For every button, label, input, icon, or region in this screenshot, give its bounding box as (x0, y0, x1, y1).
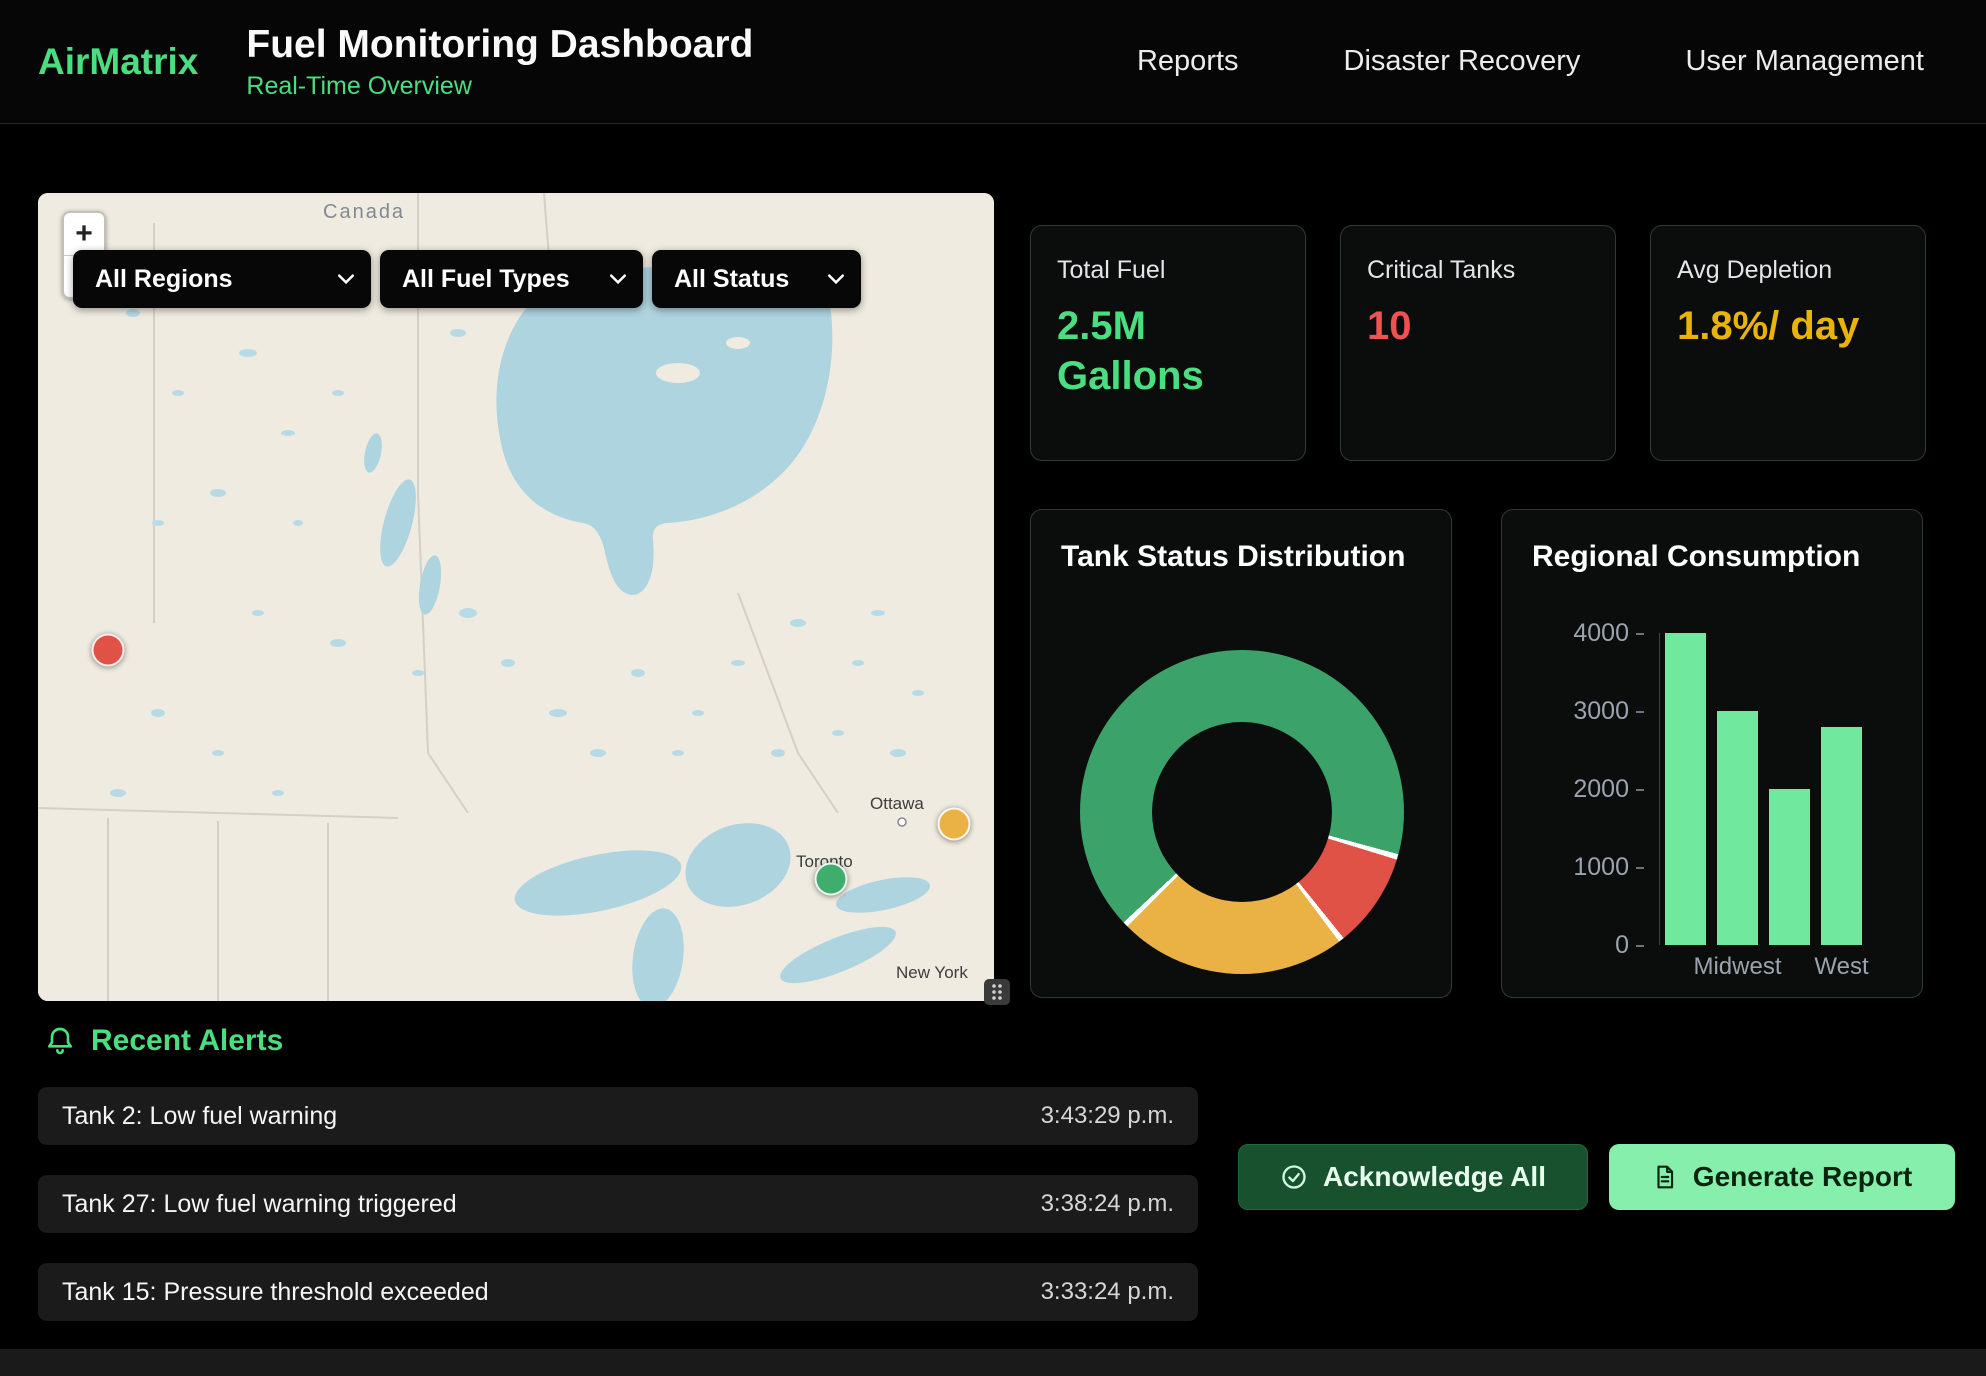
alert-row[interactable]: Tank 27: Low fuel warning triggered 3:38… (38, 1175, 1198, 1233)
logo[interactable]: AirMatrix (38, 41, 198, 83)
bar-x-label: West (1821, 953, 1862, 981)
tank-marker-warning[interactable] (938, 808, 971, 841)
fuel-map[interactable]: Canada Ottawa Toronto New York + − All R… (38, 193, 994, 1001)
title-block: Fuel Monitoring Dashboard Real-Time Over… (246, 23, 753, 101)
document-icon (1652, 1163, 1678, 1191)
bar (1821, 727, 1862, 945)
alert-time: 3:33:24 p.m. (1041, 1278, 1174, 1306)
bar-x-label (1769, 953, 1810, 981)
stat-card-avg-depletion: Avg Depletion 1.8%/ day (1650, 225, 1926, 461)
bar-yticks: 4000 3000 2000 1000 0 (1532, 620, 1644, 958)
bar (1665, 633, 1706, 945)
filter-status-dropdown[interactable]: All Status (652, 250, 861, 308)
donut-hole (1152, 722, 1332, 902)
alert-message: Tank 2: Low fuel warning (62, 1102, 337, 1131)
alert-row[interactable]: Tank 2: Low fuel warning 3:43:29 p.m. (38, 1087, 1198, 1145)
bar-x-label: Midwest (1717, 953, 1758, 981)
bar-xlabels: Midwest West (1665, 953, 1893, 981)
acknowledge-all-button[interactable]: Acknowledge All (1238, 1144, 1588, 1210)
generate-report-button[interactable]: Generate Report (1609, 1144, 1955, 1210)
tank-marker-critical[interactable] (92, 634, 125, 667)
zoom-in-button[interactable]: + (64, 213, 104, 255)
stat-label: Critical Tanks (1367, 256, 1589, 285)
bar (1717, 711, 1758, 945)
map-filters: All Regions All Fuel Types All Status (73, 250, 861, 308)
stat-value: 2.5M Gallons (1057, 301, 1242, 401)
stats-row: Total Fuel 2.5M Gallons Critical Tanks 1… (1030, 225, 1926, 461)
acknowledge-all-label: Acknowledge All (1323, 1161, 1546, 1193)
map-label-new-york: New York (896, 963, 968, 983)
header: AirMatrix Fuel Monitoring Dashboard Real… (0, 0, 1986, 124)
alerts-title: Recent Alerts (91, 1024, 283, 1058)
stat-value: 10 (1367, 301, 1552, 351)
filter-fuel-types-dropdown[interactable]: All Fuel Types (380, 250, 643, 308)
check-circle-icon (1280, 1163, 1308, 1191)
filter-regions-dropdown[interactable]: All Regions (73, 250, 371, 308)
stat-card-total-fuel: Total Fuel 2.5M Gallons (1030, 225, 1306, 461)
bell-icon (44, 1025, 76, 1057)
stat-card-critical-tanks: Critical Tanks 10 (1340, 225, 1616, 461)
page-title: Fuel Monitoring Dashboard (246, 23, 753, 67)
map-label-ottawa: Ottawa (870, 794, 924, 814)
bar-y-tick: 1000 (1573, 854, 1644, 880)
filter-status-label: All Status (674, 265, 789, 294)
nav-disaster-recovery[interactable]: Disaster Recovery (1344, 45, 1581, 78)
alert-message: Tank 15: Pressure threshold exceeded (62, 1278, 489, 1307)
bar-y-tick: 3000 (1573, 698, 1644, 724)
regional-consumption-card: Regional Consumption 4000 3000 2000 1000 0 M… (1501, 509, 1923, 998)
map-label-canada: Canada (323, 201, 405, 224)
grip-dots-icon (990, 983, 1004, 1001)
alert-row[interactable]: Tank 15: Pressure threshold exceeded 3:3… (38, 1263, 1198, 1321)
donut-chart (1080, 650, 1404, 974)
main-nav: Reports Disaster Recovery User Managemen… (1137, 45, 1924, 78)
nav-reports[interactable]: Reports (1137, 45, 1239, 78)
resize-handle[interactable] (984, 979, 1010, 1005)
bar-y-tick: 4000 (1573, 620, 1644, 646)
nav-user-management[interactable]: User Management (1685, 45, 1924, 78)
alerts-header: Recent Alerts (44, 1024, 283, 1058)
tank-status-card: Tank Status Distribution (1030, 509, 1452, 998)
regional-consumption-title: Regional Consumption (1532, 540, 1892, 574)
generate-report-label: Generate Report (1693, 1161, 1912, 1193)
chevron-down-icon (337, 272, 355, 286)
footer-bar (0, 1349, 1986, 1376)
alert-time: 3:38:24 p.m. (1041, 1190, 1174, 1218)
tank-marker-normal[interactable] (815, 863, 848, 896)
page-subtitle: Real-Time Overview (246, 72, 753, 101)
bar-plot (1665, 633, 1893, 945)
filter-regions-label: All Regions (95, 265, 233, 294)
bar-y-tick: 0 (1615, 932, 1644, 958)
chevron-down-icon (827, 272, 845, 286)
filter-fuel-types-label: All Fuel Types (402, 265, 570, 294)
bar-y-tick: 2000 (1573, 776, 1644, 802)
alert-message: Tank 27: Low fuel warning triggered (62, 1190, 457, 1219)
stat-label: Total Fuel (1057, 256, 1279, 285)
stat-label: Avg Depletion (1677, 256, 1899, 285)
stat-value: 1.8%/ day (1677, 301, 1862, 351)
bar-y-axis (1659, 633, 1660, 945)
chevron-down-icon (609, 272, 627, 286)
tank-status-title: Tank Status Distribution (1061, 540, 1421, 574)
bar (1769, 789, 1810, 945)
map-canvas (38, 193, 994, 1001)
alert-time: 3:43:29 p.m. (1041, 1102, 1174, 1130)
